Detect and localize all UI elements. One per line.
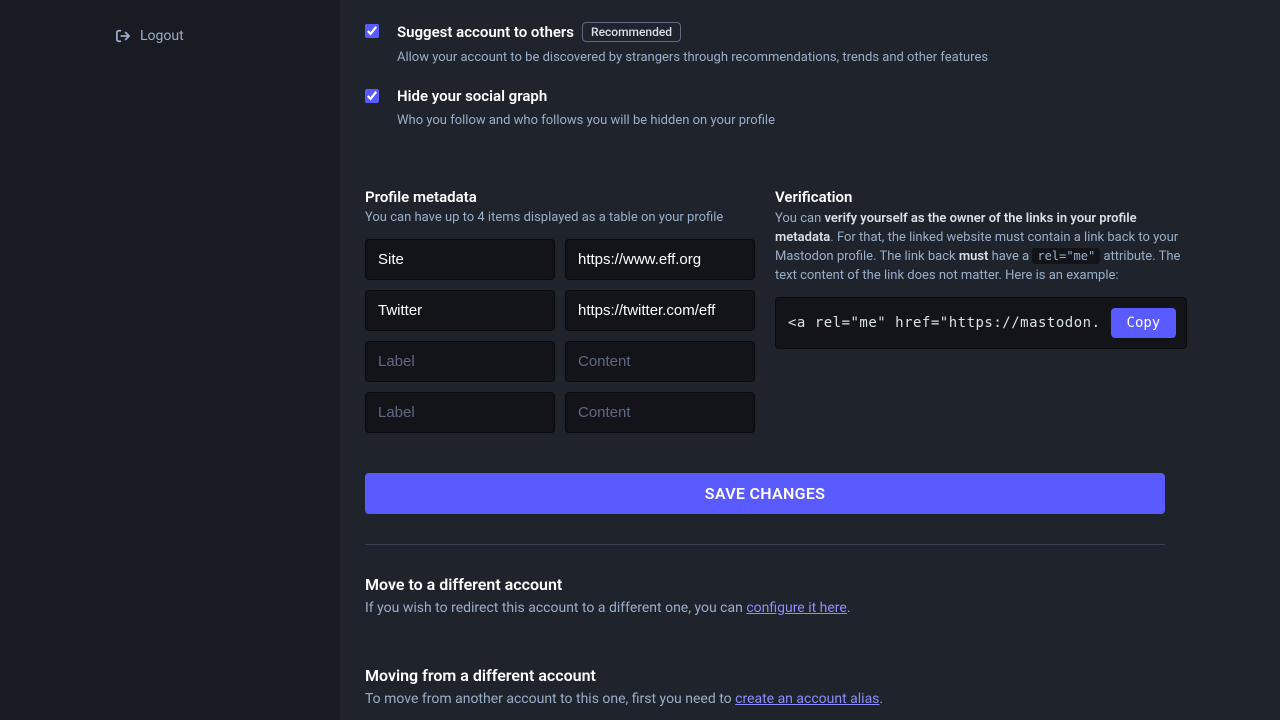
verification-text: You can verify yourself as the owner of …: [775, 210, 1187, 285]
suggest-account-checkbox[interactable]: [365, 24, 379, 38]
metadata-label-3[interactable]: [365, 392, 555, 433]
move-to-title: Move to a different account: [365, 575, 1165, 594]
divider: [365, 544, 1165, 545]
metadata-content-1[interactable]: [565, 290, 755, 331]
profile-metadata-section: Profile metadata You can have up to 4 it…: [365, 188, 755, 433]
logout-icon: [116, 29, 130, 43]
copy-button[interactable]: Copy: [1111, 308, 1177, 338]
save-changes-button[interactable]: SAVE CHANGES: [365, 473, 1165, 514]
logout-link[interactable]: Logout: [0, 28, 340, 44]
logout-label: Logout: [140, 28, 184, 44]
suggest-account-row: Suggest account to others Recommended Al…: [365, 22, 1165, 65]
hide-graph-hint: Who you follow and who follows you will …: [397, 113, 775, 128]
configure-link[interactable]: configure it here: [746, 600, 847, 616]
metadata-hint: You can have up to 4 items displayed as …: [365, 210, 755, 225]
metadata-label-0[interactable]: [365, 239, 555, 280]
main-content: Suggest account to others Recommended Al…: [340, 0, 1280, 720]
metadata-content-0[interactable]: [565, 239, 755, 280]
move-to-text: If you wish to redirect this account to …: [365, 600, 746, 616]
sidebar: Logout: [0, 0, 340, 720]
metadata-title: Profile metadata: [365, 188, 755, 206]
move-to-section: Move to a different account If you wish …: [365, 575, 1165, 616]
metadata-label-2[interactable]: [365, 341, 555, 382]
metadata-label-1[interactable]: [365, 290, 555, 331]
moving-from-title: Moving from a different account: [365, 666, 1165, 685]
verification-section: Verification You can verify yourself as …: [775, 188, 1187, 433]
metadata-content-2[interactable]: [565, 341, 755, 382]
verification-code-box: <a rel="me" href="https://mastodon. Copy: [775, 297, 1187, 349]
verification-snippet: <a rel="me" href="https://mastodon.: [788, 315, 1101, 331]
verification-title: Verification: [775, 188, 1187, 206]
hide-graph-row: Hide your social graph Who you follow an…: [365, 87, 1165, 128]
hide-graph-checkbox[interactable]: [365, 89, 379, 103]
alias-link[interactable]: create an account alias: [735, 691, 879, 707]
metadata-content-3[interactable]: [565, 392, 755, 433]
suggest-account-hint: Allow your account to be discovered by s…: [397, 50, 988, 65]
suggest-account-label: Suggest account to others: [397, 23, 574, 41]
hide-graph-label: Hide your social graph: [397, 87, 547, 105]
moving-from-text: To move from another account to this one…: [365, 691, 735, 707]
moving-from-section: Moving from a different account To move …: [365, 666, 1165, 707]
recommended-badge: Recommended: [582, 22, 681, 42]
